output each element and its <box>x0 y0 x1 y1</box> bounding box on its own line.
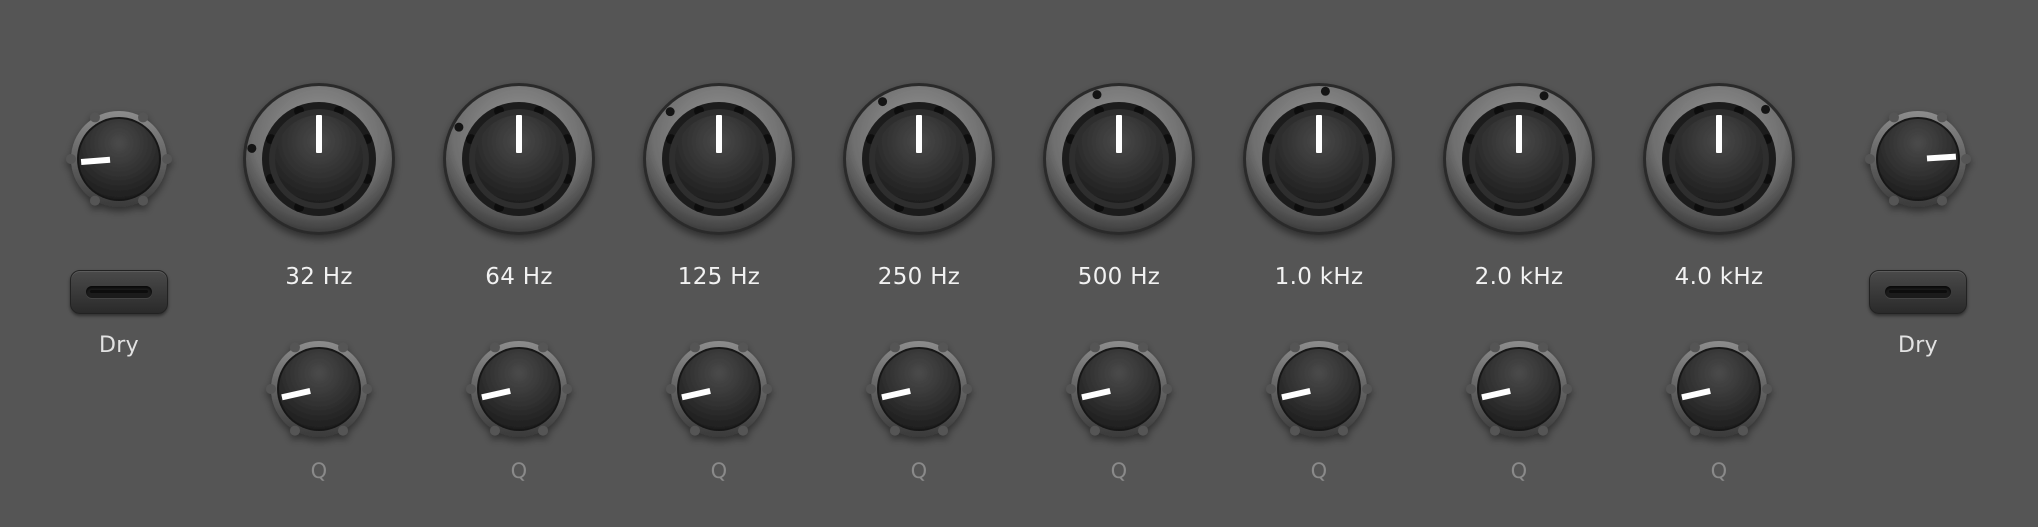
band-gain-knob[interactable] <box>1033 73 1205 245</box>
band-frequency-label: 2.0 kHz <box>1474 264 1564 290</box>
band-gain-knob-gain-dot <box>1761 104 1771 114</box>
band-gain-knob-gain-dot <box>665 107 675 117</box>
band-frequency-label: 1.0 kHz <box>1274 264 1364 290</box>
band-q-label: Q <box>1310 459 1328 483</box>
toggle-slot <box>1885 286 1951 298</box>
band-frequency-label: 4.0 kHz <box>1674 264 1764 290</box>
band-q-knob[interactable] <box>661 331 777 451</box>
band-frequency-label: 125 Hz <box>677 264 761 290</box>
band-q-knob[interactable] <box>1661 331 1777 451</box>
band-frequency-label: 64 Hz <box>485 264 553 290</box>
band-q-label: Q <box>1110 459 1128 483</box>
dry-left-label: Dry <box>99 333 139 358</box>
band-q-knob[interactable] <box>861 331 977 451</box>
band-gain-knob-gain-dot <box>247 143 257 153</box>
band-q-knob[interactable] <box>461 331 577 451</box>
dry-left-toggle[interactable] <box>70 270 168 314</box>
band-gain-knob-pointer <box>916 115 922 153</box>
band-frequency-label: 500 Hz <box>1077 264 1161 290</box>
dry-right-knob-pointer <box>1926 153 1957 162</box>
band-gain-knob[interactable] <box>1233 73 1405 245</box>
band-gain-knob-pointer <box>1116 115 1122 153</box>
dry-right-knob[interactable] <box>1860 101 1976 221</box>
band-q-label: Q <box>710 459 728 483</box>
dry-left-knob[interactable] <box>61 101 177 221</box>
band-gain-knob[interactable] <box>1633 73 1805 245</box>
band-gain-knob-gain-dot <box>1092 90 1102 100</box>
band-gain-knob[interactable] <box>433 73 605 245</box>
dry-right-label: Dry <box>1898 333 1938 358</box>
band-gain-knob[interactable] <box>233 73 405 245</box>
band-q-label: Q <box>1710 459 1728 483</box>
band-gain-knob-pointer <box>1516 115 1522 153</box>
band-q-knob[interactable] <box>1461 331 1577 451</box>
band-q-label: Q <box>510 459 528 483</box>
dry-left-knob-pointer <box>80 156 111 165</box>
band-gain-knob-gain-dot <box>1320 86 1330 96</box>
band-q-knob[interactable] <box>261 331 377 451</box>
band-q-knob[interactable] <box>1061 331 1177 451</box>
band-gain-knob-gain-dot <box>1539 91 1549 101</box>
band-frequency-label: 250 Hz <box>877 264 961 290</box>
band-gain-knob-gain-dot <box>454 122 464 132</box>
band-q-label: Q <box>1510 459 1528 483</box>
band-q-label: Q <box>910 459 928 483</box>
band-q-knob[interactable] <box>1261 331 1377 451</box>
band-gain-knob-pointer <box>716 115 722 153</box>
band-gain-knob[interactable] <box>1433 73 1605 245</box>
band-gain-knob-pointer <box>1716 115 1722 153</box>
band-q-label: Q <box>310 459 328 483</box>
band-gain-knob[interactable] <box>833 73 1005 245</box>
band-gain-knob-pointer <box>316 115 322 153</box>
band-gain-knob-pointer <box>1316 115 1322 153</box>
band-gain-knob-pointer <box>516 115 522 153</box>
band-frequency-label: 32 Hz <box>285 264 353 290</box>
band-gain-knob[interactable] <box>633 73 805 245</box>
toggle-slot <box>86 286 152 298</box>
dry-right-toggle[interactable] <box>1869 270 1967 314</box>
band-gain-knob-gain-dot <box>878 97 888 107</box>
